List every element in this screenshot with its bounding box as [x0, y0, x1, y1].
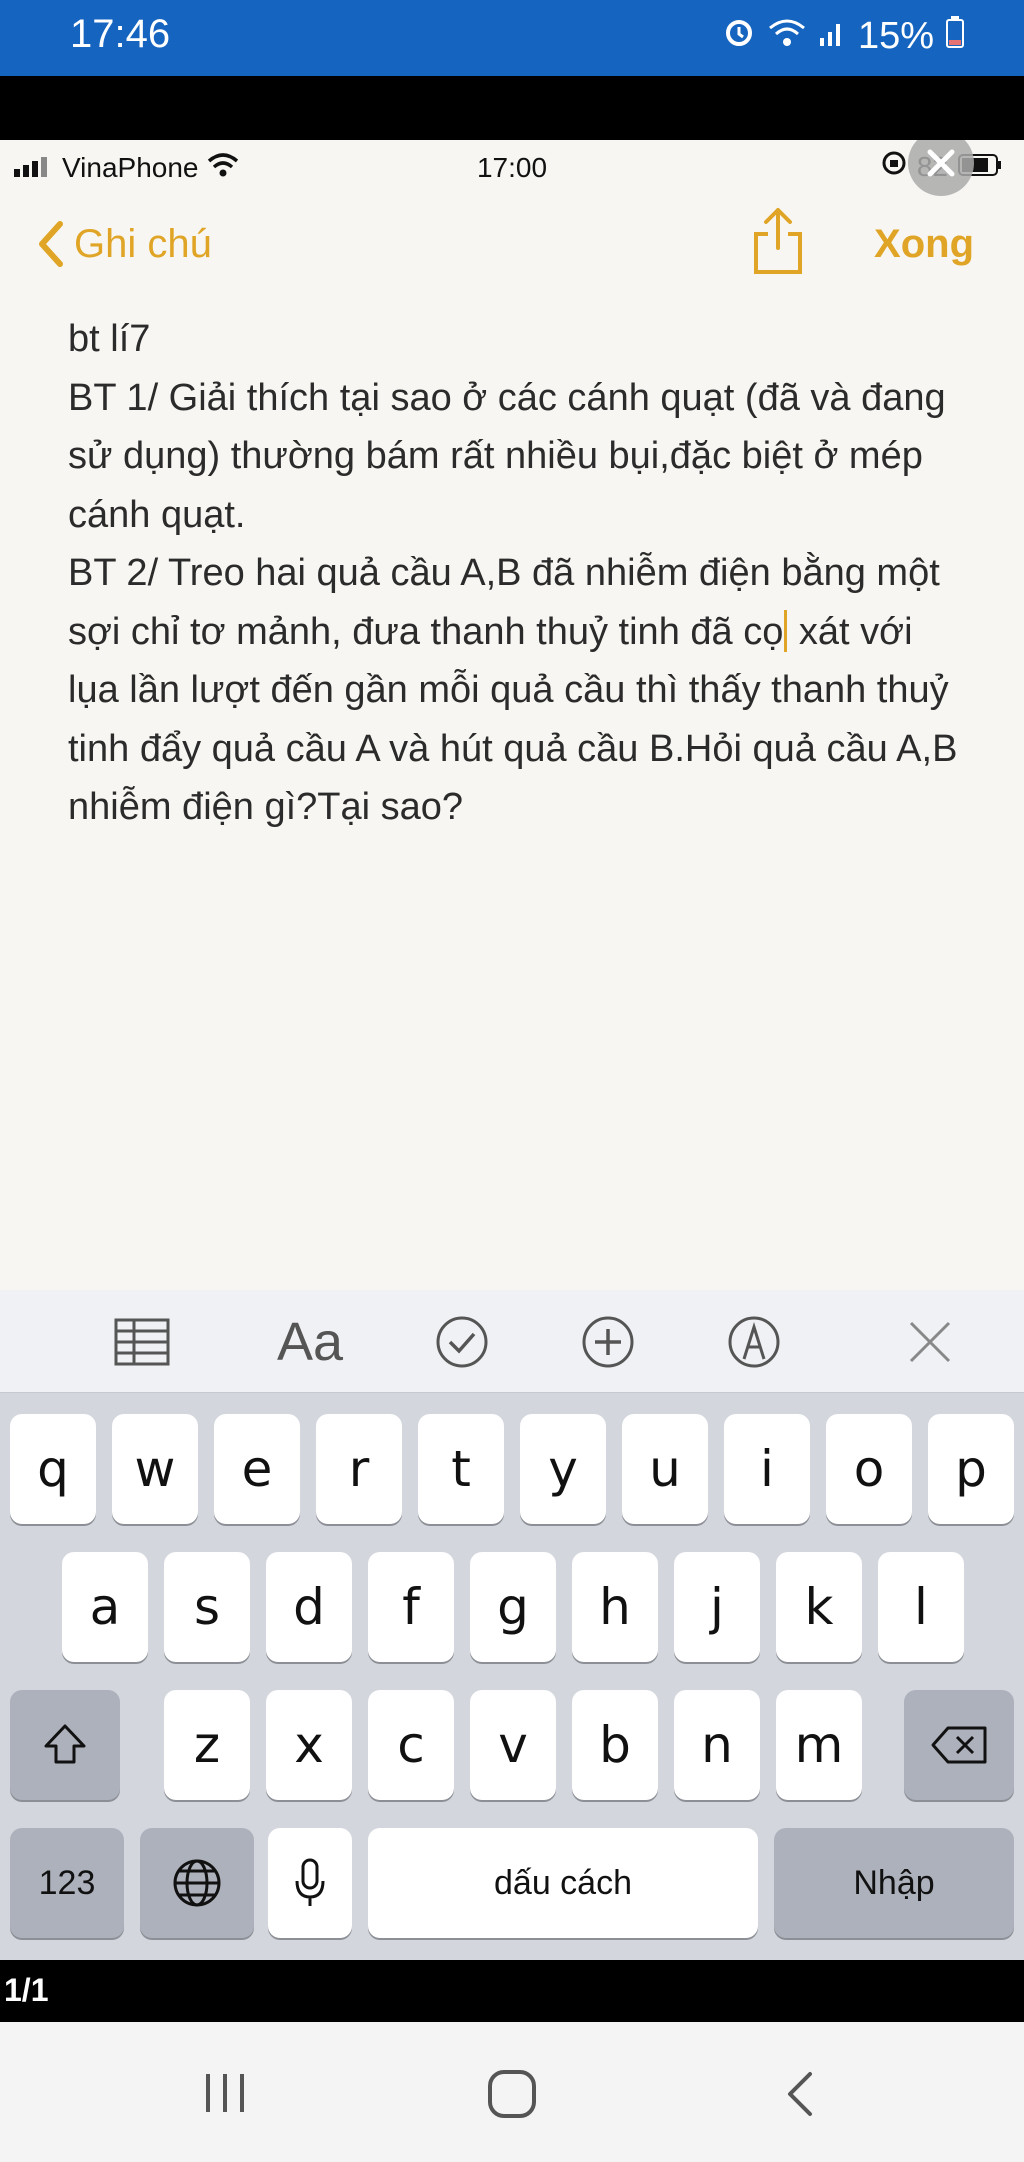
note-line: bt lí7	[68, 318, 151, 360]
text-cursor	[784, 609, 788, 652]
battery-percent: 15%	[857, 14, 934, 57]
share-button[interactable]	[752, 206, 804, 281]
key-w[interactable]: w	[112, 1414, 198, 1524]
key-i[interactable]: i	[724, 1414, 810, 1524]
key-r[interactable]: r	[316, 1414, 402, 1524]
microphone-icon	[295, 1858, 325, 1906]
back-nav-button[interactable]	[780, 2068, 820, 2125]
delete-key[interactable]	[904, 1690, 1014, 1800]
key-v[interactable]: v	[470, 1690, 556, 1800]
key-p[interactable]: p	[928, 1414, 1014, 1524]
alarm-icon	[722, 14, 756, 58]
add-icon[interactable]	[578, 1312, 638, 1372]
key-e[interactable]: e	[214, 1414, 300, 1524]
chevron-left-icon	[39, 221, 63, 267]
dictation-key[interactable]	[268, 1828, 352, 1938]
android-status-icons: 15%	[722, 14, 964, 58]
key-q[interactable]: q	[10, 1414, 96, 1524]
close-icon	[927, 149, 955, 177]
battery-icon	[946, 15, 964, 58]
keyboard: Aa q w e r t y u i o p a s d f g h j k l…	[0, 1290, 1024, 1960]
key-a[interactable]: a	[62, 1552, 148, 1662]
key-f[interactable]: f	[368, 1552, 454, 1662]
key-g[interactable]: g	[470, 1552, 556, 1662]
text-format-icon[interactable]: Aa	[270, 1312, 350, 1372]
key-l[interactable]: l	[878, 1552, 964, 1662]
notes-nav-bar: Ghi chú	[0, 196, 1024, 306]
rotation-lock-icon	[881, 150, 907, 183]
back-arrow-icon	[788, 2072, 812, 2116]
key-u[interactable]: u	[622, 1414, 708, 1524]
globe-icon	[173, 1859, 221, 1907]
key-t[interactable]: t	[418, 1414, 504, 1524]
keyboard-toolbar: Aa	[0, 1290, 1024, 1393]
note-line-with-cursor: BT 2/ Treo hai quả cầu A,B đã nhiễm điện…	[68, 544, 968, 837]
numbers-key[interactable]: 123	[10, 1828, 124, 1938]
recent-apps-button[interactable]	[200, 2068, 250, 2123]
key-j[interactable]: j	[674, 1552, 760, 1662]
shift-icon	[44, 1724, 86, 1764]
shift-key[interactable]	[10, 1690, 120, 1800]
back-button[interactable]: Ghi chú	[36, 220, 212, 268]
checklist-icon[interactable]	[432, 1312, 492, 1372]
home-button[interactable]	[486, 2068, 538, 2125]
globe-key[interactable]	[140, 1828, 254, 1938]
key-y[interactable]: y	[520, 1414, 606, 1524]
numbers-label: 123	[38, 1863, 96, 1902]
backspace-icon	[931, 1726, 987, 1764]
key-z[interactable]: z	[164, 1690, 250, 1800]
close-icon[interactable]	[900, 1312, 960, 1372]
back-label: Ghi chú	[74, 221, 212, 266]
key-x[interactable]: x	[266, 1690, 352, 1800]
wifi-icon	[768, 15, 806, 58]
key-s[interactable]: s	[164, 1552, 250, 1662]
key-o[interactable]: o	[826, 1414, 912, 1524]
markup-icon[interactable]	[724, 1312, 784, 1372]
share-icon	[754, 208, 802, 274]
key-d[interactable]: d	[266, 1552, 352, 1662]
key-h[interactable]: h	[572, 1552, 658, 1662]
done-button[interactable]: Xong	[874, 222, 974, 267]
return-key[interactable]: Nhập	[774, 1828, 1014, 1938]
ios-status-bar: VinaPhone 17:00 82	[0, 140, 1024, 196]
notes-screenshot: VinaPhone 17:00 82 Ghi chú	[0, 140, 1024, 1960]
key-m[interactable]: m	[776, 1690, 862, 1800]
key-n[interactable]: n	[674, 1690, 760, 1800]
note-line: BT 1/ Giải thích tại sao ở các cánh quạt…	[68, 376, 946, 536]
space-label: dấu cách	[494, 1863, 632, 1902]
return-label: Nhập	[853, 1863, 935, 1902]
signal-icon	[818, 15, 846, 58]
black-spacer	[0, 76, 1024, 140]
page-indicator: 1/1	[4, 1972, 49, 2008]
android-clock: 17:46	[70, 12, 171, 56]
space-key[interactable]: dấu cách	[368, 1828, 758, 1938]
viewer-bottom-bar	[0, 1960, 1024, 2022]
android-status-bar: 17:46 15%	[0, 0, 1024, 76]
recent-apps-icon	[206, 2074, 244, 2112]
key-c[interactable]: c	[368, 1690, 454, 1800]
ios-clock: 17:00	[476, 152, 548, 183]
android-nav-bar	[0, 2022, 1024, 2162]
note-body[interactable]: bt lí7 BT 1/ Giải thích tại sao ở các cá…	[68, 310, 968, 837]
key-b[interactable]: b	[572, 1690, 658, 1800]
table-icon[interactable]	[112, 1312, 172, 1372]
overlay-close-button[interactable]	[908, 140, 974, 196]
key-k[interactable]: k	[776, 1552, 862, 1662]
home-icon	[488, 2070, 536, 2118]
